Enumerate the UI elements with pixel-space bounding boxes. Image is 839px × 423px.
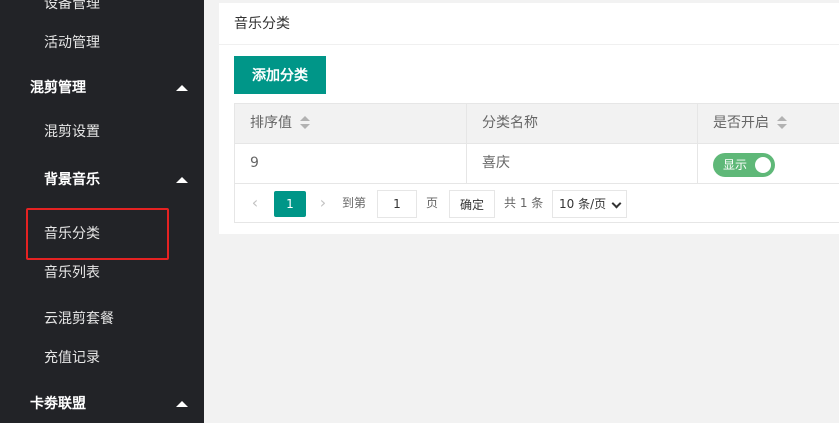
goto-suffix: 页 [426, 196, 439, 210]
pagination: ‹ 1 › 到第 页 确定 共 1 条 10 条/页 [234, 183, 839, 223]
caret-up-icon [176, 401, 188, 407]
cell-sort-value: 9 [235, 144, 467, 183]
sort-icon[interactable] [300, 116, 310, 130]
table-row: 9 喜庆 显示 [235, 144, 839, 184]
sidebar-item-music-list[interactable]: 音乐列表 [0, 262, 204, 284]
content-card: 音乐分类 添加分类 排序值 分类名称 是否开启 9 喜庆 显示 ‹ 1 › 到第… [219, 3, 839, 234]
add-category-button[interactable]: 添加分类 [234, 56, 326, 94]
chevron-down-icon [611, 198, 622, 209]
page-current[interactable]: 1 [274, 191, 306, 217]
goto-prefix: 到第 [342, 196, 367, 210]
page-title: 音乐分类 [219, 3, 839, 45]
caret-up-icon [176, 177, 188, 183]
toggle-knob [755, 157, 771, 173]
goto-page-input[interactable] [377, 190, 417, 218]
column-header-name: 分类名称 [467, 104, 698, 143]
goto-confirm-button[interactable]: 确定 [449, 190, 495, 218]
sidebar-item-cloud-package[interactable]: 云混剪套餐 [0, 308, 204, 330]
page-size-select[interactable]: 10 条/页 [552, 190, 627, 218]
column-header-enabled[interactable]: 是否开启 [698, 104, 839, 143]
column-header-sort[interactable]: 排序值 [235, 104, 467, 143]
table-header: 排序值 分类名称 是否开启 [235, 104, 839, 144]
chevron-left-icon[interactable]: ‹ [245, 193, 265, 213]
category-table: 排序值 分类名称 是否开启 9 喜庆 显示 [234, 103, 839, 184]
highlight-box [26, 208, 169, 260]
sidebar-group-bgm[interactable]: 背景音乐 [0, 169, 204, 191]
sidebar-item-activity[interactable]: 活动管理 [0, 32, 204, 54]
status-toggle[interactable]: 显示 [713, 153, 775, 177]
sidebar: 设备管理 活动管理 混剪管理 混剪设置 背景音乐 音乐分类 音乐列表 云混剪套餐… [0, 0, 204, 423]
sidebar-item-device[interactable]: 设备管理 [0, 0, 204, 14]
sidebar-item-mix-settings[interactable]: 混剪设置 [0, 121, 204, 143]
chevron-right-icon[interactable]: › [313, 193, 333, 213]
sort-icon[interactable] [777, 116, 787, 130]
sidebar-group-mix[interactable]: 混剪管理 [0, 77, 204, 99]
cell-category-name: 喜庆 [467, 144, 698, 183]
total-count: 共 1 条 [504, 196, 544, 210]
caret-up-icon [176, 85, 188, 91]
cell-enabled: 显示 [698, 144, 839, 183]
sidebar-group-coupon[interactable]: 卡劵联盟 [0, 393, 204, 415]
sidebar-item-recharge[interactable]: 充值记录 [0, 347, 204, 369]
